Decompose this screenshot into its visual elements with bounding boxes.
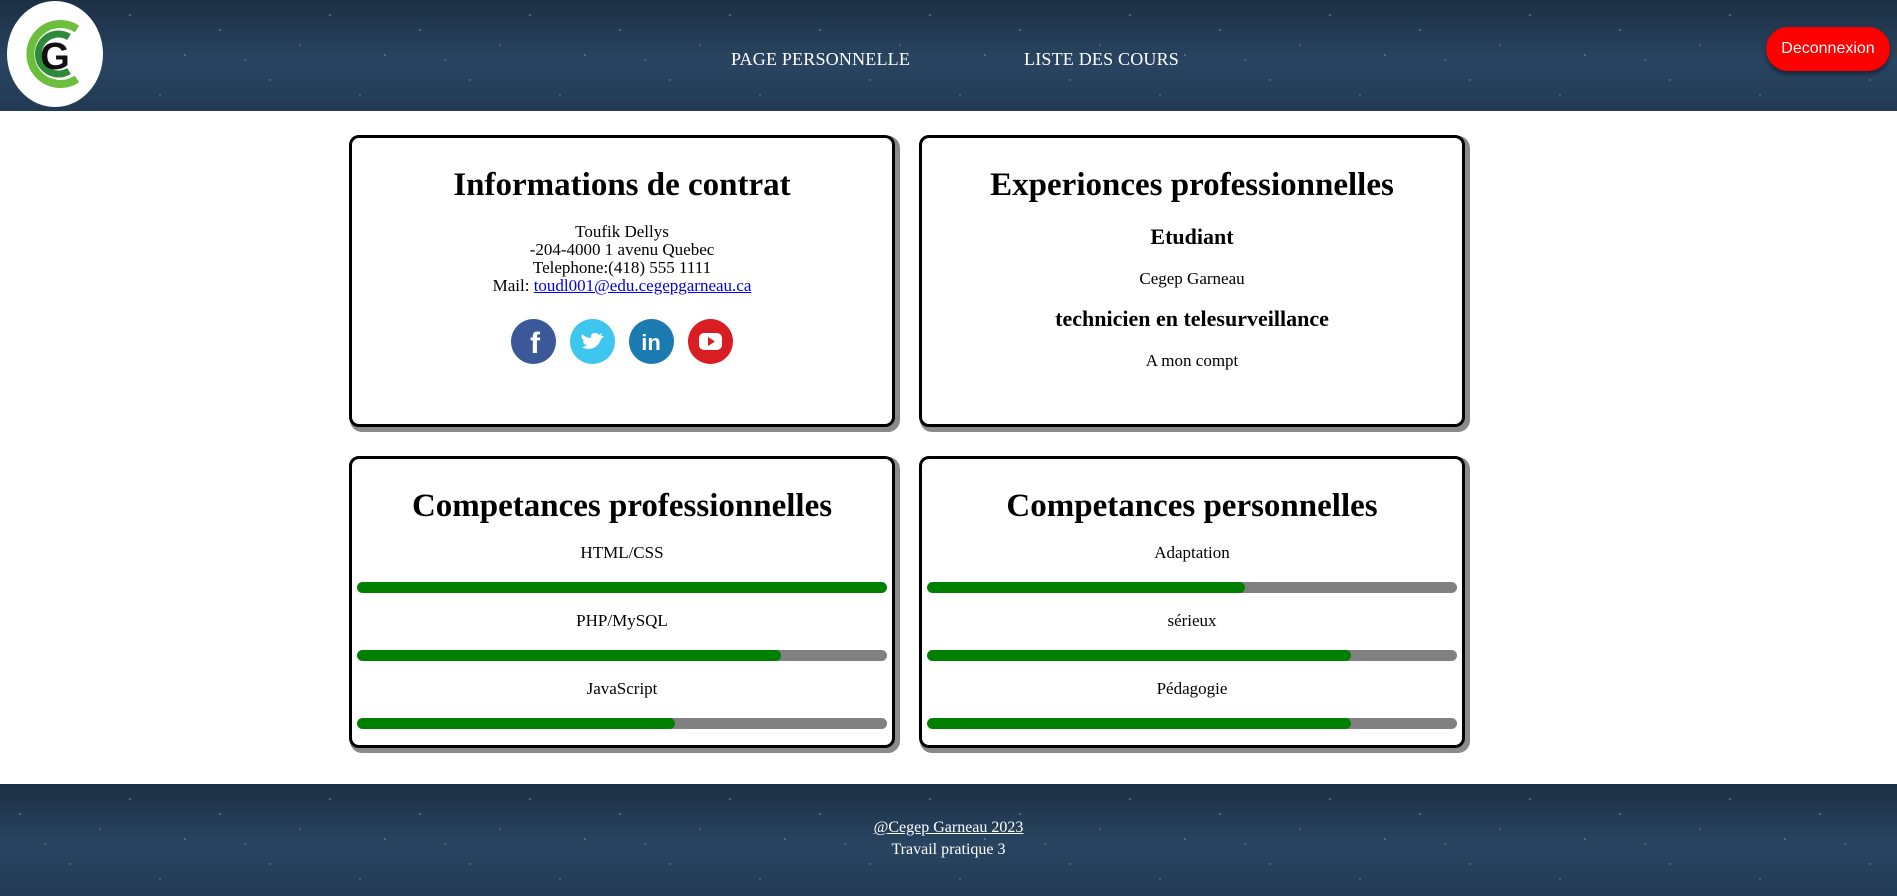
nav-page-personnelle[interactable]: PAGE PERSONNELLE [731,49,910,70]
experience-place: Cegep Garneau [1139,269,1245,288]
personal-skills-card: Competances personnelles Adaptation séri… [919,456,1465,748]
skill-bar-fill [357,582,887,593]
contact-title: Informations de contrat [453,167,791,203]
professional-skills-card: Competances professionnelles HTML/CSS PH… [349,456,895,748]
contact-address: -204-4000 1 avenu Quebec [529,240,715,259]
site-footer: @Cegep Garneau 2023 Travail pratique 3 [0,784,1897,896]
top-header: G PAGE PERSONNELLE LISTE DES COURS Decon… [0,0,1897,111]
contact-phone: Telephone:(418) 555 1111 [532,258,712,277]
contact-mail-row: Mail: toudl001@edu.cegepgarneau.ca [352,277,892,295]
logo-letter: G [40,36,70,78]
contact-mail-label: Mail: [492,276,534,295]
skill-label: PHP/MySQL [576,611,668,630]
footer-subtitle: Travail pratique 3 [891,841,1006,858]
skill-bar-fill [927,650,1351,661]
nav-liste-des-cours[interactable]: LISTE DES COURS [1024,49,1179,70]
twitter-icon[interactable] [570,319,615,364]
personal-skills-title: Competances personnelles [1006,488,1378,524]
experience-title: Experionces professionnelles [990,167,1394,203]
skill-bar [927,650,1457,661]
skill-list: HTML/CSS PHP/MySQL JavaScript [352,543,892,729]
experience-card: Experionces professionnelles Etudiant Ce… [919,135,1465,427]
skill-label: JavaScript [586,679,658,698]
skill-bar-fill [927,582,1245,593]
svg-text:f: f [530,327,541,360]
skill-label: Pédagogie [1156,679,1228,698]
facebook-icon[interactable]: f [511,319,556,364]
garneau-logo[interactable]: G [7,1,103,107]
skill-bar [927,582,1457,593]
logo-icon: G [26,20,80,88]
experience-role: Etudiant [1150,224,1234,249]
skill-label: HTML/CSS [580,543,664,562]
skill-bar-fill [927,718,1351,729]
contact-card: Informations de contrat Toufik Dellys -2… [349,135,895,427]
svg-text:in: in [641,330,661,355]
contact-mail-link[interactable]: toudl001@edu.cegepgarneau.ca [534,276,752,295]
logout-button[interactable]: Deconnexion [1766,27,1890,71]
skill-label: Adaptation [1154,543,1230,562]
skill-bar [357,650,887,661]
professional-skills-title: Competances professionnelles [411,488,833,524]
contact-name: Toufik Dellys [575,222,669,241]
experience-place: A mon compt [1145,351,1239,370]
skill-bar [357,718,887,729]
skill-bar-fill [357,718,675,729]
youtube-icon[interactable] [688,319,733,364]
linkedin-icon[interactable]: in [629,319,674,364]
skill-bar-fill [357,650,781,661]
skill-bar [357,582,887,593]
skill-bar [927,718,1457,729]
skill-list: Adaptation sérieux Pédagogie [922,543,1462,729]
experience-role: technicien en telesurveillance [1055,306,1329,331]
footer-copyright-link[interactable]: @Cegep Garneau 2023 [874,819,1024,836]
social-links: f in [352,319,892,364]
skill-label: sérieux [1167,611,1217,630]
